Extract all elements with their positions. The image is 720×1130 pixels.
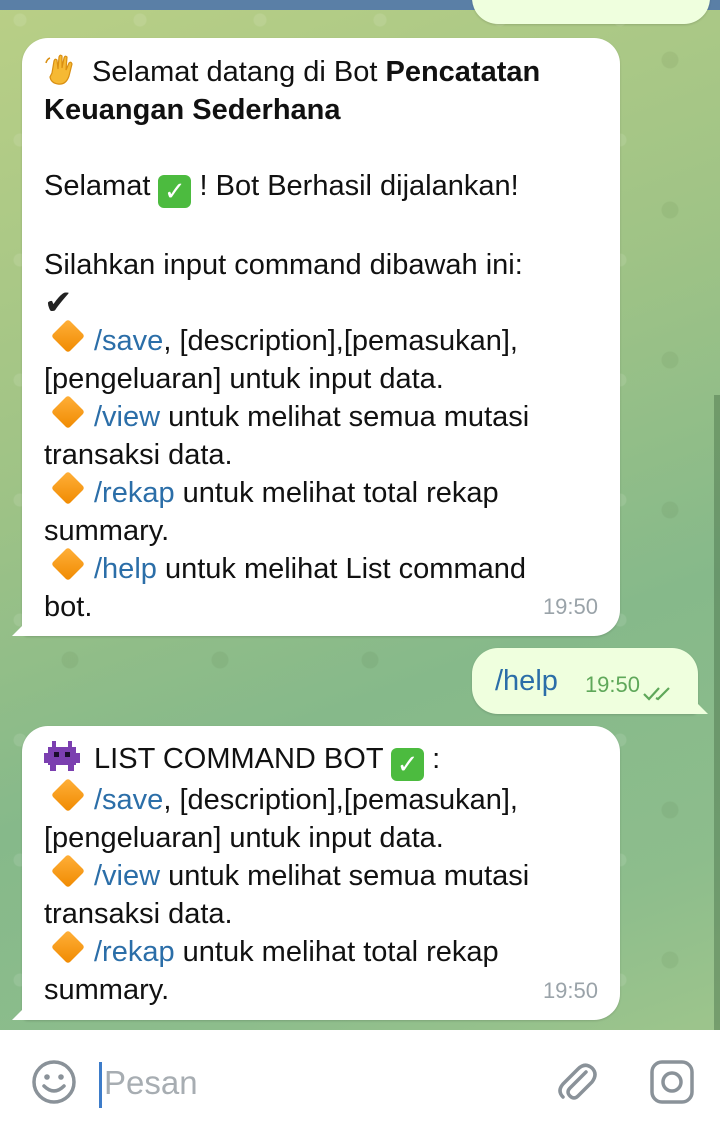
message-time: 19:50 bbox=[584, 672, 640, 697]
command-link-view[interactable]: /view bbox=[94, 401, 160, 433]
message-bubble-list-command[interactable]: LIST COMMAND BOT ✓ : /save, [description… bbox=[12, 726, 620, 1020]
check-mark-emoji-icon: ✓ bbox=[391, 748, 425, 781]
command-desc: , [description],[pemasukan], bbox=[163, 325, 518, 357]
command-link-save[interactable]: /save bbox=[94, 325, 163, 357]
command-desc: untuk melihat semua mutasi bbox=[160, 401, 530, 433]
command-link-help[interactable]: /help bbox=[94, 553, 157, 585]
text-cursor bbox=[99, 1062, 102, 1108]
message-time: 19:50 bbox=[542, 978, 598, 1003]
waving-hand-icon bbox=[45, 54, 73, 85]
welcome-text: Selamat datang di Bot bbox=[84, 56, 386, 88]
command-desc: untuk melihat total rekap bbox=[174, 936, 499, 968]
command-desc-cont: transaksi data. bbox=[44, 898, 233, 930]
command-desc-cont: summary. bbox=[44, 974, 170, 1006]
message-input[interactable]: Pesan bbox=[104, 1064, 198, 1102]
list-header-line: LIST COMMAND BOT ✓ : bbox=[44, 740, 600, 781]
list-header-suffix: : bbox=[424, 743, 441, 775]
attach-icon[interactable] bbox=[552, 1058, 600, 1106]
success-line: Selamat ✓ ! Bot Berhasil dijalankan! bbox=[44, 167, 600, 208]
success-suffix: ! Bot Berhasil dijalankan! bbox=[191, 170, 519, 202]
orange-diamond-icon bbox=[51, 930, 85, 964]
chat-screen: Selamat datang di Bot Pencatatan Keuanga… bbox=[0, 0, 720, 1130]
instruction-line: Silahkan input command dibawah ini: bbox=[44, 249, 523, 281]
orange-diamond-icon bbox=[51, 854, 85, 888]
command-row-save: /save, [description],[pemasukan], bbox=[44, 319, 600, 360]
command-desc: untuk melihat total rekap bbox=[174, 477, 499, 509]
command-desc-cont: bot. bbox=[44, 591, 93, 623]
command-row-rekap: /rekap untuk melihat total rekap bbox=[44, 471, 600, 512]
double-tick-icon bbox=[643, 687, 670, 701]
command-desc-cont: summary. bbox=[44, 515, 170, 547]
command-row-rekap: /rekap untuk melihat total rekap bbox=[44, 930, 600, 971]
command-link-rekap[interactable]: /rekap bbox=[94, 477, 175, 509]
outgoing-command-text[interactable]: /help bbox=[495, 665, 558, 697]
emoji-icon[interactable] bbox=[30, 1058, 78, 1106]
welcome-line-1: Selamat datang di Bot Pencatatan bbox=[44, 53, 600, 91]
command-row-save: /save, [description],[pemasukan], bbox=[44, 778, 600, 819]
success-prefix: Selamat bbox=[44, 170, 159, 202]
command-desc: , [description],[pemasukan], bbox=[163, 784, 518, 816]
welcome-bot-name-part1: Pencatatan bbox=[385, 56, 541, 88]
command-row-view: /view untuk melihat semua mutasi bbox=[44, 395, 600, 436]
camera-icon[interactable] bbox=[648, 1058, 696, 1106]
command-link-save[interactable]: /save bbox=[94, 784, 163, 816]
welcome-bot-name-part2: Keuangan Sederhana bbox=[44, 94, 341, 126]
list-header-text: LIST COMMAND BOT bbox=[86, 743, 392, 775]
orange-diamond-icon bbox=[51, 547, 85, 581]
command-row-help: /help untuk melihat List command bbox=[44, 547, 600, 588]
command-desc-cont: [pengeluaran] untuk input data. bbox=[44, 822, 444, 854]
message-bubble-outgoing-help[interactable]: /help 19:50 bbox=[472, 648, 708, 714]
orange-diamond-icon bbox=[51, 395, 85, 429]
command-row-view: /view untuk melihat semua mutasi bbox=[44, 854, 600, 895]
check-mark-emoji-icon: ✓ bbox=[158, 175, 192, 208]
orange-diamond-icon bbox=[51, 319, 85, 353]
command-link-rekap[interactable]: /rekap bbox=[94, 936, 175, 968]
command-desc: untuk melihat List command bbox=[156, 553, 527, 585]
command-desc-cont: [pengeluaran] untuk input data. bbox=[44, 363, 444, 395]
command-link-view[interactable]: /view bbox=[94, 860, 160, 892]
orange-diamond-icon bbox=[51, 778, 85, 812]
scrollbar[interactable] bbox=[714, 395, 720, 1030]
heavy-check-icon: ✔ bbox=[44, 284, 73, 322]
alien-monster-icon bbox=[44, 741, 80, 771]
command-desc-cont: transaksi data. bbox=[44, 439, 233, 471]
orange-diamond-icon bbox=[51, 471, 85, 505]
command-desc: untuk melihat semua mutasi bbox=[160, 860, 530, 892]
message-bubble-welcome[interactable]: Selamat datang di Bot Pencatatan Keuanga… bbox=[12, 38, 620, 636]
previous-message-bubble[interactable] bbox=[472, 0, 710, 24]
message-time: 19:50 bbox=[542, 594, 598, 619]
